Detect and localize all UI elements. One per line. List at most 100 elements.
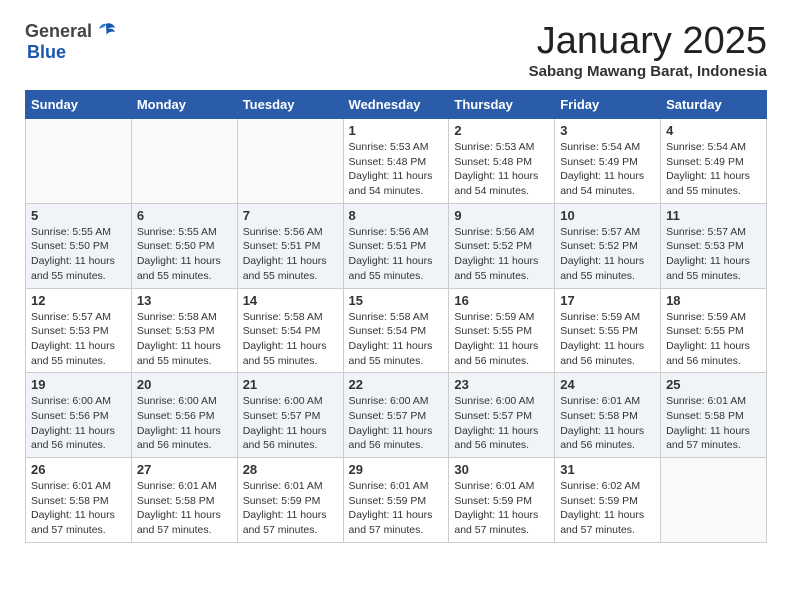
day-number: 10 <box>560 208 655 223</box>
day-number: 31 <box>560 462 655 477</box>
day-info: Sunrise: 6:01 AM Sunset: 5:59 PM Dayligh… <box>243 479 338 538</box>
calendar-week-2: 5 Sunrise: 5:55 AM Sunset: 5:50 PM Daylig… <box>26 203 767 288</box>
day-info: Sunrise: 6:01 AM Sunset: 5:58 PM Dayligh… <box>666 394 761 453</box>
day-number: 7 <box>243 208 338 223</box>
weekday-header-row: SundayMondayTuesdayWednesdayThursdayFrid… <box>26 91 767 119</box>
day-info: Sunrise: 5:57 AM Sunset: 5:53 PM Dayligh… <box>666 225 761 284</box>
logo-bird-icon <box>95 20 117 42</box>
location-subtitle: Sabang Mawang Barat, Indonesia <box>529 63 767 80</box>
calendar-cell: 20 Sunrise: 6:00 AM Sunset: 5:56 PM Dayli… <box>131 373 237 458</box>
day-number: 16 <box>454 293 549 308</box>
day-info: Sunrise: 5:54 AM Sunset: 5:49 PM Dayligh… <box>666 140 761 199</box>
page-header: General Blue January 2025 Sabang Mawang … <box>25 20 767 80</box>
day-number: 20 <box>137 377 232 392</box>
day-info: Sunrise: 6:00 AM Sunset: 5:56 PM Dayligh… <box>137 394 232 453</box>
logo-blue-text: Blue <box>27 42 66 62</box>
day-number: 30 <box>454 462 549 477</box>
day-number: 21 <box>243 377 338 392</box>
day-info: Sunrise: 5:56 AM Sunset: 5:51 PM Dayligh… <box>349 225 444 284</box>
weekday-header-friday: Friday <box>555 91 661 119</box>
day-info: Sunrise: 5:55 AM Sunset: 5:50 PM Dayligh… <box>137 225 232 284</box>
calendar-cell <box>661 458 767 543</box>
day-info: Sunrise: 6:01 AM Sunset: 5:58 PM Dayligh… <box>31 479 126 538</box>
calendar-cell: 9Sunrise: 5:56 AM Sunset: 5:52 PM Daylig… <box>449 203 555 288</box>
calendar-week-1: 1 Sunrise: 5:53 AM Sunset: 5:48 PM Daylig… <box>26 119 767 204</box>
day-info: Sunrise: 6:01 AM Sunset: 5:58 PM Dayligh… <box>137 479 232 538</box>
day-info: Sunrise: 6:01 AM Sunset: 5:59 PM Dayligh… <box>349 479 444 538</box>
calendar-week-4: 19 Sunrise: 6:00 AM Sunset: 5:56 PM Dayli… <box>26 373 767 458</box>
day-info: Sunrise: 6:00 AM Sunset: 5:57 PM Dayligh… <box>243 394 338 453</box>
weekday-header-wednesday: Wednesday <box>343 91 449 119</box>
day-number: 2 <box>454 123 549 138</box>
calendar-cell: 5 Sunrise: 5:55 AM Sunset: 5:50 PM Daylig… <box>26 203 132 288</box>
calendar-cell: 26 Sunrise: 6:01 AM Sunset: 5:58 PM Dayli… <box>26 458 132 543</box>
calendar-cell: 10 Sunrise: 5:57 AM Sunset: 5:52 PM Dayli… <box>555 203 661 288</box>
day-number: 3 <box>560 123 655 138</box>
logo: General Blue <box>25 20 117 63</box>
calendar-week-5: 26 Sunrise: 6:01 AM Sunset: 5:58 PM Dayli… <box>26 458 767 543</box>
day-info: Sunrise: 5:57 AM Sunset: 5:52 PM Dayligh… <box>560 225 655 284</box>
calendar-cell <box>237 119 343 204</box>
calendar-cell: 7 Sunrise: 5:56 AM Sunset: 5:51 PM Daylig… <box>237 203 343 288</box>
day-info: Sunrise: 5:55 AM Sunset: 5:50 PM Dayligh… <box>31 225 126 284</box>
calendar-cell: 12Sunrise: 5:57 AM Sunset: 5:53 PM Dayli… <box>26 288 132 373</box>
day-info: Sunrise: 5:53 AM Sunset: 5:48 PM Dayligh… <box>349 140 444 199</box>
day-number: 26 <box>31 462 126 477</box>
calendar-cell: 13Sunrise: 5:58 AM Sunset: 5:53 PM Dayli… <box>131 288 237 373</box>
weekday-header-tuesday: Tuesday <box>237 91 343 119</box>
calendar-cell: 27 Sunrise: 6:01 AM Sunset: 5:58 PM Dayli… <box>131 458 237 543</box>
day-number: 4 <box>666 123 761 138</box>
calendar-cell: 15Sunrise: 5:58 AM Sunset: 5:54 PM Dayli… <box>343 288 449 373</box>
day-number: 15 <box>349 293 444 308</box>
calendar-cell: 17 Sunrise: 5:59 AM Sunset: 5:55 PM Dayli… <box>555 288 661 373</box>
calendar-cell: 28 Sunrise: 6:01 AM Sunset: 5:59 PM Dayli… <box>237 458 343 543</box>
day-info: Sunrise: 5:54 AM Sunset: 5:49 PM Dayligh… <box>560 140 655 199</box>
weekday-header-saturday: Saturday <box>661 91 767 119</box>
calendar-cell: 31 Sunrise: 6:02 AM Sunset: 5:59 PM Dayli… <box>555 458 661 543</box>
logo-general-text: General <box>25 21 92 42</box>
day-number: 17 <box>560 293 655 308</box>
day-info: Sunrise: 6:00 AM Sunset: 5:57 PM Dayligh… <box>349 394 444 453</box>
day-number: 14 <box>243 293 338 308</box>
day-info: Sunrise: 6:00 AM Sunset: 5:56 PM Dayligh… <box>31 394 126 453</box>
day-number: 19 <box>31 377 126 392</box>
calendar-cell <box>131 119 237 204</box>
calendar-cell: 16 Sunrise: 5:59 AM Sunset: 5:55 PM Dayli… <box>449 288 555 373</box>
day-number: 5 <box>31 208 126 223</box>
day-number: 6 <box>137 208 232 223</box>
calendar-cell: 30 Sunrise: 6:01 AM Sunset: 5:59 PM Dayli… <box>449 458 555 543</box>
day-info: Sunrise: 6:02 AM Sunset: 5:59 PM Dayligh… <box>560 479 655 538</box>
day-number: 1 <box>349 123 444 138</box>
day-info: Sunrise: 6:01 AM Sunset: 5:59 PM Dayligh… <box>454 479 549 538</box>
calendar-cell: 1 Sunrise: 5:53 AM Sunset: 5:48 PM Daylig… <box>343 119 449 204</box>
day-number: 12 <box>31 293 126 308</box>
day-info: Sunrise: 5:53 AM Sunset: 5:48 PM Dayligh… <box>454 140 549 199</box>
calendar-cell: 14Sunrise: 5:58 AM Sunset: 5:54 PM Dayli… <box>237 288 343 373</box>
day-info: Sunrise: 5:59 AM Sunset: 5:55 PM Dayligh… <box>454 310 549 369</box>
calendar-cell: 25 Sunrise: 6:01 AM Sunset: 5:58 PM Dayli… <box>661 373 767 458</box>
month-title: January 2025 <box>529 20 767 63</box>
calendar-cell: 23Sunrise: 6:00 AM Sunset: 5:57 PM Dayli… <box>449 373 555 458</box>
day-number: 18 <box>666 293 761 308</box>
day-number: 9 <box>454 208 549 223</box>
day-number: 8 <box>349 208 444 223</box>
calendar-cell: 29Sunrise: 6:01 AM Sunset: 5:59 PM Dayli… <box>343 458 449 543</box>
day-number: 25 <box>666 377 761 392</box>
day-number: 22 <box>349 377 444 392</box>
day-info: Sunrise: 5:59 AM Sunset: 5:55 PM Dayligh… <box>560 310 655 369</box>
day-number: 28 <box>243 462 338 477</box>
calendar-cell: 22 Sunrise: 6:00 AM Sunset: 5:57 PM Dayli… <box>343 373 449 458</box>
calendar-cell <box>26 119 132 204</box>
calendar-cell: 2 Sunrise: 5:53 AM Sunset: 5:48 PM Daylig… <box>449 119 555 204</box>
day-info: Sunrise: 5:58 AM Sunset: 5:53 PM Dayligh… <box>137 310 232 369</box>
day-number: 24 <box>560 377 655 392</box>
calendar-cell: 4 Sunrise: 5:54 AM Sunset: 5:49 PM Daylig… <box>661 119 767 204</box>
weekday-header-monday: Monday <box>131 91 237 119</box>
day-number: 27 <box>137 462 232 477</box>
day-info: Sunrise: 5:56 AM Sunset: 5:51 PM Dayligh… <box>243 225 338 284</box>
calendar-cell: 6 Sunrise: 5:55 AM Sunset: 5:50 PM Daylig… <box>131 203 237 288</box>
calendar-cell: 3 Sunrise: 5:54 AM Sunset: 5:49 PM Daylig… <box>555 119 661 204</box>
calendar-cell: 24Sunrise: 6:01 AM Sunset: 5:58 PM Dayli… <box>555 373 661 458</box>
calendar-cell: 18 Sunrise: 5:59 AM Sunset: 5:55 PM Dayli… <box>661 288 767 373</box>
day-info: Sunrise: 5:59 AM Sunset: 5:55 PM Dayligh… <box>666 310 761 369</box>
